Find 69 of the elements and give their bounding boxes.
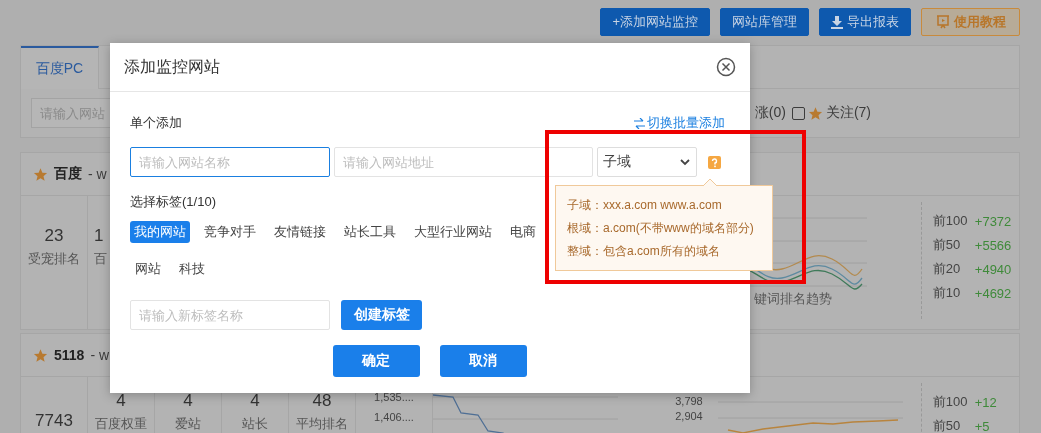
close-icon[interactable] (716, 57, 736, 77)
dialog-button[interactable]: 确定 (332, 345, 420, 377)
tags-title: 选择标签(1/10) (130, 193, 216, 211)
stat-value: 48 (312, 391, 332, 411)
stat-value: 7743 (35, 411, 73, 431)
tag-option[interactable]: 我的网站 (130, 221, 190, 243)
domain-select[interactable]: 子域 (597, 147, 697, 177)
traffic-value: 1,406.... (374, 411, 414, 423)
rank-change: +5566 (974, 237, 1012, 253)
toolbar-button[interactable]: +添加网站监控 (600, 8, 710, 36)
stat-label: 受宠排名 (28, 250, 80, 268)
axis-label: 2,904 (675, 410, 703, 422)
site-name: 百度 (54, 165, 82, 183)
tooltip-line: 根域：a.com(不带www的域名部分) (567, 219, 755, 237)
tab[interactable]: 百度PC (21, 46, 99, 89)
tag-option[interactable]: 网站 (131, 258, 165, 280)
tag-option[interactable]: 友情链接 (270, 221, 330, 243)
tag-option[interactable]: 大型行业网站 (410, 221, 496, 243)
download-icon (831, 15, 843, 29)
chart-caption: 键词排名趋势 (754, 290, 834, 308)
tag-option[interactable]: 竞争对手 (200, 221, 260, 243)
switch-batch-link[interactable]: 切换批量添加 (634, 114, 725, 132)
swap-icon (634, 117, 645, 129)
tag-option[interactable]: 电商 (506, 221, 540, 243)
checkbox[interactable] (791, 106, 805, 120)
tooltip-line: 整域：包含a.com所有的域名 (567, 242, 721, 260)
dialog-button[interactable]: 取消 (439, 345, 527, 377)
filter-label: 涨(0) (754, 104, 786, 122)
stat-value: 4 (116, 391, 126, 411)
stat-label: 百度权重 (95, 415, 147, 433)
tooltip-line: 子域：xxx.a.com www.a.com (567, 196, 723, 214)
caret-icon (680, 158, 690, 166)
stat-value: 4 (250, 391, 260, 411)
rank-label: 前10 (932, 284, 962, 302)
create-tag-button[interactable]: 创建标签 (341, 300, 422, 330)
toolbar-button[interactable]: 网站库管理 (720, 8, 809, 36)
tag-option[interactable]: 站长工具 (340, 221, 400, 243)
axis-label: 3,798 (675, 395, 703, 407)
rank-label: 前50 (932, 417, 962, 433)
stat-value: 23 (44, 226, 64, 246)
rank-change: +12 (974, 394, 997, 410)
site-name-field[interactable]: 请输入网站名称 (130, 147, 330, 177)
filter-label: 关注(7) (825, 104, 871, 122)
traffic-value: 1,535.... (374, 391, 414, 403)
rank-label: 前100 (932, 212, 969, 230)
site-name: 5118 (54, 347, 85, 363)
rank-change: +5 (974, 418, 990, 433)
rank-change: +7372 (974, 213, 1012, 229)
site-url-field[interactable]: 请输入网站地址 (334, 147, 593, 177)
new-tag-field[interactable]: 请输入新标签名称 (130, 300, 330, 330)
rank-label: 前20 (932, 260, 962, 278)
stat-label: 爱站 (175, 415, 201, 433)
site-domain: - w (90, 347, 110, 363)
presentation-icon (935, 15, 950, 29)
stat-label: 站长 (242, 415, 268, 433)
stat-label: 百 (94, 250, 107, 268)
rank-change: +4940 (974, 261, 1012, 277)
dialog-title: 添加监控网站 (124, 56, 220, 77)
toolbar-button[interactable]: 导出报表 (819, 8, 911, 36)
section-title: 单个添加 (130, 114, 182, 132)
rank-label: 前50 (932, 236, 962, 254)
rank-label: 前100 (932, 393, 969, 411)
stat-value: 1 (94, 226, 104, 246)
tag-option[interactable]: 科技 (175, 258, 209, 280)
stat-label: 平均排名 (296, 415, 348, 433)
star-icon (807, 105, 823, 121)
stat-value: 4 (183, 391, 193, 411)
site-domain: - w (88, 166, 107, 182)
rank-change: +4692 (974, 285, 1012, 301)
